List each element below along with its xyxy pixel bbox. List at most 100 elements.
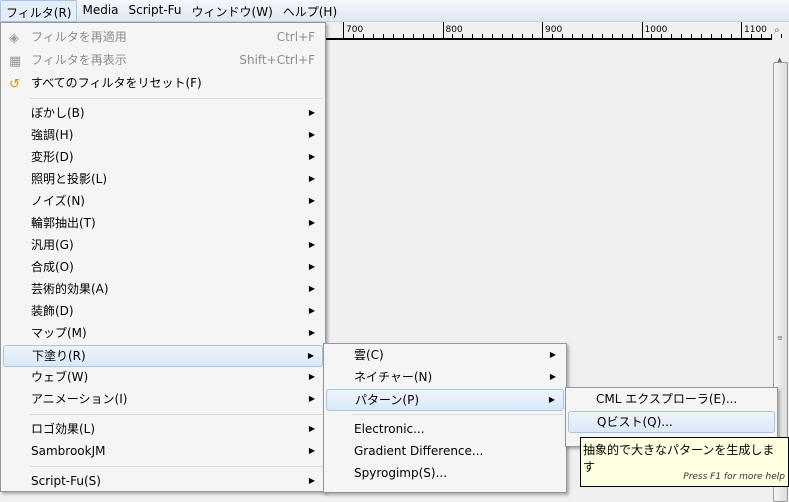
menu-item[interactable]: 汎用(G) ▶ bbox=[3, 235, 323, 257]
ruler-tick bbox=[601, 34, 603, 38]
menu-item[interactable]: 装飾(D) ▶ bbox=[3, 301, 323, 323]
menu-item[interactable]: ロゴ効果(L) ▶ bbox=[3, 419, 323, 441]
menu-item[interactable]: Qビスト(Q)... bbox=[568, 411, 775, 433]
menu-item[interactable]: CML エクスプローラ(E)... bbox=[568, 389, 775, 411]
reset-icon: ↺ bbox=[9, 77, 20, 92]
menu-window[interactable]: ウィンドウ(W) bbox=[187, 0, 278, 22]
menu-item[interactable]: パターン(P) ▶ bbox=[326, 389, 564, 411]
ruler-tick bbox=[591, 34, 593, 38]
ruler-label: 700 bbox=[343, 25, 363, 39]
menu-item[interactable]: ↺ すべてのフィルタをリセット(F) bbox=[3, 73, 323, 95]
menu-item[interactable]: Gradient Difference... bbox=[326, 441, 564, 463]
ruler-tick bbox=[482, 34, 484, 38]
menu-separator bbox=[352, 414, 564, 415]
shortcut: Shift+Ctrl+F bbox=[239, 53, 315, 67]
menu-separator bbox=[29, 414, 323, 415]
menu-item-label: 照明と投影(L) bbox=[31, 172, 108, 186]
menu-item-label: ネイチャー(N) bbox=[354, 370, 433, 384]
ruler-tick bbox=[780, 34, 782, 38]
menu-item[interactable]: ノイズ(N) ▶ bbox=[3, 191, 323, 213]
ruler-tick bbox=[611, 34, 613, 38]
menu-item-label: 強調(H) bbox=[31, 128, 74, 142]
submenu-arrow-icon: ▶ bbox=[308, 174, 315, 183]
menu-item[interactable]: ネイチャー(N) ▶ bbox=[326, 367, 564, 389]
menu-item[interactable]: ◈ フィルタを再適用 Ctrl+F bbox=[3, 27, 323, 49]
menu-item[interactable]: 照明と投影(L) ▶ bbox=[3, 169, 323, 191]
tooltip-text: 抽象的で大きなパターンを生成します bbox=[583, 443, 775, 474]
menu-item[interactable]: 輪郭抽出(T) ▶ bbox=[3, 213, 323, 235]
ruler-tick bbox=[512, 34, 514, 38]
submenu-arrow-icon: ▶ bbox=[308, 130, 315, 139]
ruler-tick bbox=[681, 34, 683, 38]
submenu-arrow-icon: ▶ bbox=[308, 196, 315, 205]
submenu-arrow-icon: ▶ bbox=[308, 306, 315, 315]
menu-item[interactable]: Electronic... bbox=[326, 419, 564, 441]
ruler-tick bbox=[522, 34, 524, 38]
ruler-tick bbox=[392, 34, 394, 38]
submenu-arrow-icon: ▶ bbox=[308, 328, 315, 337]
menu-item[interactable]: 雲(C) ▶ bbox=[326, 345, 564, 367]
menu-item[interactable]: マップ(M) ▶ bbox=[3, 323, 323, 345]
ruler-tick bbox=[731, 34, 733, 38]
menu-separator bbox=[29, 466, 323, 467]
submenu-arrow-icon: ▶ bbox=[308, 372, 315, 381]
menu-item[interactable]: SambrookJM ▶ bbox=[3, 441, 323, 463]
menu-media[interactable]: Media bbox=[77, 0, 123, 22]
menu-item[interactable]: 強調(H) ▶ bbox=[3, 125, 323, 147]
shortcut: Ctrl+F bbox=[276, 30, 315, 44]
submenu-arrow-icon: ▶ bbox=[308, 240, 315, 249]
ruler-tick bbox=[422, 34, 424, 38]
menu-item-label: ロゴ効果(L) bbox=[31, 422, 96, 436]
submenu-arrow-icon: ▶ bbox=[549, 350, 556, 359]
menu-item[interactable]: 芸術的効果(A) ▶ bbox=[3, 279, 323, 301]
menu-item[interactable]: 下塗り(R) ▶ bbox=[3, 345, 323, 367]
submenu-arrow-icon: ▶ bbox=[308, 152, 315, 161]
menu-item[interactable]: ▦ フィルタを再表示 Shift+Ctrl+F bbox=[3, 50, 323, 72]
ruler-tick bbox=[502, 34, 504, 38]
zoom-icon[interactable]: ⌕ bbox=[774, 25, 780, 36]
menu-item-label: Script-Fu(S) bbox=[31, 474, 101, 488]
submenu-arrow-icon: ▶ bbox=[308, 476, 315, 485]
ruler-label: 800 bbox=[442, 25, 463, 39]
ruler-tick bbox=[372, 34, 374, 38]
submenu-arrow-icon: ▶ bbox=[307, 351, 314, 360]
submenu-arrow-icon: ▶ bbox=[308, 108, 315, 117]
menu-item[interactable]: Script-Fu(S) ▶ bbox=[3, 471, 323, 493]
menu-filters[interactable]: フィルタ(R) bbox=[0, 0, 78, 22]
submenu-arrow-icon: ▶ bbox=[548, 395, 555, 404]
menu-item-label: 雲(C) bbox=[354, 348, 384, 362]
menu-help[interactable]: ヘルプ(H) bbox=[278, 0, 342, 22]
submenu-arrow-icon: ▶ bbox=[308, 394, 315, 403]
menu-item[interactable]: Spyrogimp(S)... bbox=[326, 463, 564, 485]
horizontal-ruler: 700 800 900 1000 1100 bbox=[325, 22, 782, 40]
menu-item-label: フィルタを再適用 bbox=[31, 30, 127, 44]
reshow-icon: ▦ bbox=[9, 54, 22, 69]
ruler-tick bbox=[532, 34, 534, 38]
ruler-label: 1000 bbox=[641, 25, 667, 39]
ruler-tick bbox=[770, 34, 772, 38]
ruler-tick bbox=[701, 34, 703, 38]
menu-item-label: Qビスト(Q)... bbox=[597, 415, 673, 429]
menu-item[interactable]: ぼかし(B) ▶ bbox=[3, 103, 323, 125]
menu-item[interactable]: アニメーション(I) ▶ bbox=[3, 389, 323, 411]
menu-item-label: SambrookJM bbox=[31, 444, 106, 458]
menu-item-label: CML エクスプローラ(E)... bbox=[596, 392, 738, 406]
ruler-tick bbox=[472, 34, 474, 38]
ruler-tick bbox=[671, 34, 673, 38]
submenu-arrow-icon: ▶ bbox=[308, 262, 315, 271]
menu-item-label: すべてのフィルタをリセット(F) bbox=[31, 76, 202, 90]
submenu-arrow-icon: ▶ bbox=[308, 284, 315, 293]
ruler-tick bbox=[492, 34, 494, 38]
menu-item[interactable]: 変形(D) ▶ bbox=[3, 147, 323, 169]
menu-item-label: ウェブ(W) bbox=[31, 370, 89, 384]
ruler-tick bbox=[571, 34, 573, 38]
menu-item-label: 合成(O) bbox=[31, 260, 74, 274]
ruler-label: 900 bbox=[542, 25, 562, 39]
menu-item[interactable]: 合成(O) ▶ bbox=[3, 257, 323, 279]
menu-item-label: Spyrogimp(S)... bbox=[354, 466, 448, 480]
menu-item[interactable]: ウェブ(W) ▶ bbox=[3, 367, 323, 389]
ruler-tick bbox=[631, 34, 633, 38]
menu-script-fu[interactable]: Script-Fu bbox=[124, 0, 187, 22]
menu-item-label: 芸術的効果(A) bbox=[31, 282, 109, 296]
ruler-tick bbox=[721, 34, 723, 38]
